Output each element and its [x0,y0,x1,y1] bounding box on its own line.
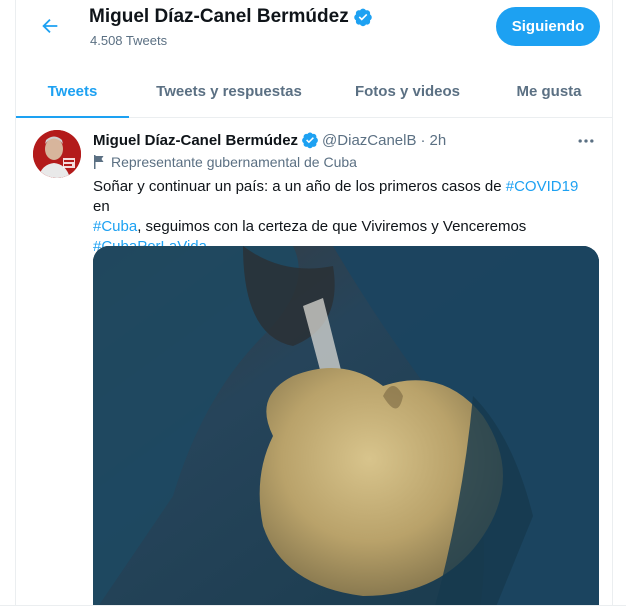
verified-badge-icon [353,7,373,27]
tweet-author-name[interactable]: Miguel Díaz-Canel Bermúdez [93,132,298,149]
tweet-media-image[interactable] [93,246,599,614]
tweet-timestamp[interactable]: 2h [429,132,446,149]
following-button[interactable]: Siguiendo [496,7,600,46]
avatar[interactable] [33,130,81,178]
hashtag-link[interactable]: #COVID19 [506,178,579,195]
tweet-text-part: en [93,198,110,215]
profile-tabs: Tweets Tweets y respuestas Fotos y video… [16,65,612,118]
hashtag-link[interactable]: #Cuba [93,218,137,235]
more-options-icon[interactable] [574,129,598,153]
tweet-count: 4.508 Tweets [90,33,168,48]
separator-dot: · [420,131,426,149]
bottom-divider [0,605,626,614]
back-arrow-icon[interactable] [36,12,64,40]
profile-header: Miguel Díaz-Canel Bermúdez 4.508 Tweets … [16,0,612,53]
profile-name-text: Miguel Díaz-Canel Bermúdez [89,6,349,27]
profile-name: Miguel Díaz-Canel Bermúdez [89,6,373,28]
tweet[interactable]: Miguel Díaz-Canel Bermúdez @DiazCanelB ·… [16,118,612,614]
tweet-text-part: , seguimos con la certeza de que Vivirem… [137,218,527,235]
tweet-text-part: Soñar y continuar un país: a un año de l… [93,178,506,195]
tweet-text: Soñar y continuar un país: a un año de l… [93,177,593,257]
account-label-text: Representante gubernamental de Cuba [111,154,357,170]
flag-icon [94,155,104,169]
tab-tweets-and-replies[interactable]: Tweets y respuestas [129,65,329,117]
tweet-author-handle[interactable]: @DiazCanelB [322,132,416,149]
tab-photos-and-videos[interactable]: Fotos y videos [329,65,486,117]
tab-tweets[interactable]: Tweets [16,65,129,118]
verified-badge-icon [301,131,319,149]
tweet-header: Miguel Díaz-Canel Bermúdez @DiazCanelB ·… [93,131,446,149]
profile-column: Miguel Díaz-Canel Bermúdez 4.508 Tweets … [15,0,613,614]
tab-likes[interactable]: Me gusta [486,65,612,117]
account-label: Representante gubernamental de Cuba [93,154,357,170]
